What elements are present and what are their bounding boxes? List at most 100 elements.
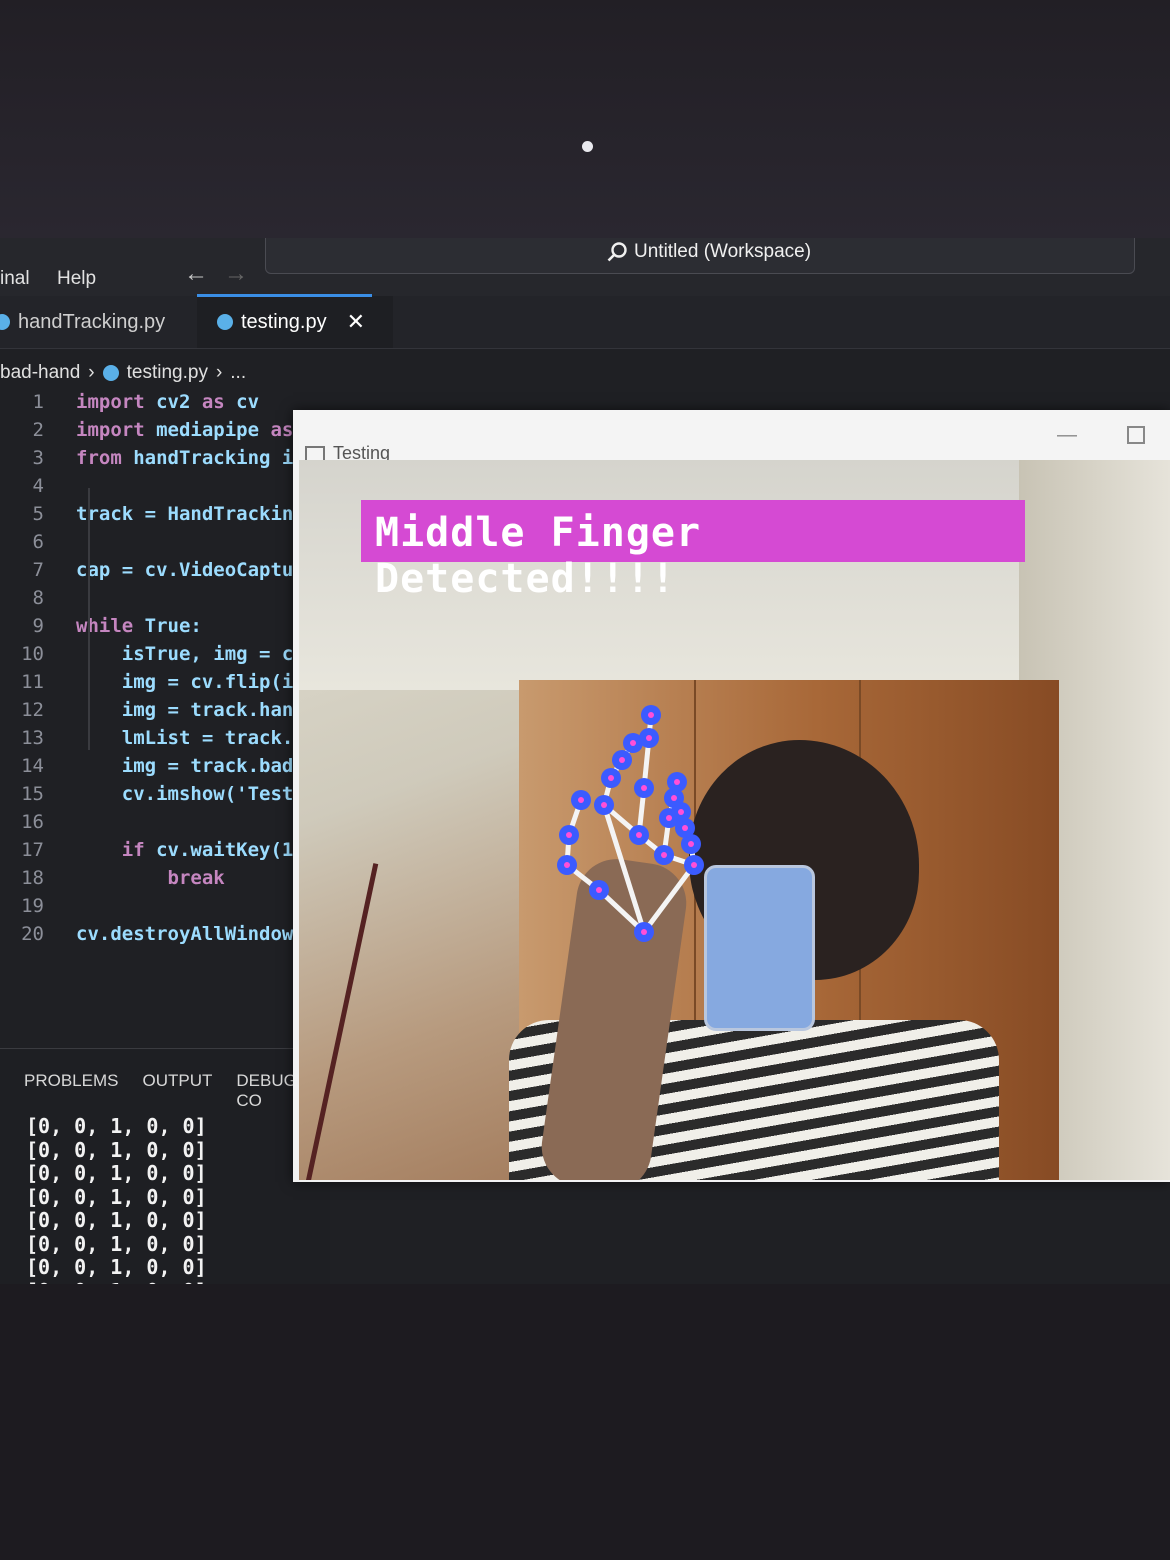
code-editor[interactable]: 1 import cv2 as cv 2 import mediapipe as mp… (0, 388, 330, 948)
line-number: 6 (32, 531, 44, 553)
hand-landmark-center (646, 735, 652, 741)
command-center-search[interactable]: Untitled (Workspace) (265, 238, 1135, 274)
code-text: track = HandTrackin (76, 503, 294, 525)
code-line[interactable]: 5 track = HandTrackin (0, 500, 330, 528)
close-tab-icon[interactable]: ✕ (347, 309, 365, 335)
terminal-line: [0, 0, 1, 0, 0] (26, 1137, 207, 1162)
code-line[interactable]: 14 img = track.bad (0, 752, 330, 780)
hand-landmark-center (608, 775, 614, 781)
code-line[interactable]: 6 (0, 528, 330, 556)
code-line[interactable]: 19 (0, 892, 330, 920)
indent-guide (88, 488, 90, 750)
code-text: img = track.bad (76, 755, 294, 777)
code-text: cv.imshow('Test (76, 783, 294, 805)
code-line[interactable]: 9 while True: (0, 612, 330, 640)
tab-label: testing.py (241, 310, 327, 333)
hand-landmark-center (691, 862, 697, 868)
menu-help[interactable]: Help (57, 268, 96, 290)
code-line[interactable]: 13 lmList = track. (0, 724, 330, 752)
line-number: 15 (21, 783, 44, 805)
code-text: cv.destroyAllWindow (76, 923, 294, 945)
code-line[interactable]: 16 (0, 808, 330, 836)
code-text: while True: (76, 615, 202, 637)
panel-tab-output[interactable]: OUTPUT (142, 1071, 212, 1111)
hand-landmark-center (682, 825, 688, 831)
tab-testing[interactable]: testing.py ✕ (197, 294, 393, 348)
code-line[interactable]: 12 img = track.han (0, 696, 330, 724)
code-line[interactable]: 7 cap = cv.VideoCaptu (0, 556, 330, 584)
camera-window[interactable]: Testing — Middle Finger Detected!!!! (293, 410, 1170, 1182)
line-number: 2 (32, 419, 44, 441)
line-number: 4 (32, 475, 44, 497)
hand-landmark-center (648, 712, 654, 718)
code-line[interactable]: 1 import cv2 as cv (0, 388, 330, 416)
hand-landmark-center (641, 785, 647, 791)
line-number: 11 (21, 671, 44, 693)
code-line[interactable]: 8 (0, 584, 330, 612)
camera-window-titlebar[interactable]: Testing — (293, 410, 1170, 463)
monitor-bezel-bottom (0, 1284, 1170, 1560)
code-text: from handTracking i (76, 447, 294, 469)
code-line[interactable]: 4 (0, 472, 330, 500)
code-text: import cv2 as cv (76, 391, 260, 413)
line-number: 12 (21, 699, 44, 721)
code-text: import mediapipe as mp (76, 419, 328, 441)
line-number: 14 (21, 755, 44, 777)
python-icon (0, 314, 10, 330)
code-text: img = cv.flip(i (76, 671, 294, 693)
hand-landmark-center (596, 887, 602, 893)
vscode-titlebar: inal Help ← → Untitled (Workspace) (0, 238, 1170, 296)
breadcrumb: bad-hand › testing.py › ... (0, 358, 246, 388)
forward-arrow-icon[interactable]: → (224, 260, 248, 288)
breadcrumb-ellipsis[interactable]: ... (230, 362, 246, 384)
code-line[interactable]: 3 from handTracking i (0, 444, 330, 472)
code-text: break (167, 867, 225, 889)
maximize-icon[interactable] (1127, 426, 1145, 444)
code-line[interactable]: 2 import mediapipe as mp (0, 416, 330, 444)
search-icon (607, 242, 627, 262)
code-line[interactable]: 11 img = cv.flip(i (0, 668, 330, 696)
line-number: 16 (21, 811, 44, 833)
hand-landmark-center (661, 852, 667, 858)
code-line[interactable]: 17 if cv.waitKey(1 (0, 836, 330, 864)
hand-landmark-center (619, 757, 625, 763)
code-text: if cv.waitKey(1 (121, 839, 294, 861)
line-number: 17 (21, 839, 44, 861)
landmark-connection (641, 863, 697, 934)
python-icon (102, 365, 119, 381)
line-number: 18 (21, 867, 44, 889)
hand-landmark-center (578, 797, 584, 803)
menu-terminal[interactable]: inal (0, 268, 30, 290)
back-arrow-icon[interactable]: ← (184, 260, 208, 288)
line-number: 7 (32, 559, 44, 581)
screen: inal Help ← → Untitled (Workspace) handT… (0, 238, 1170, 1460)
workspace-title: Untitled (Workspace) (634, 241, 812, 262)
detection-banner-text: Middle Finger Detected!!!! (375, 510, 702, 602)
hand-landmark-center (641, 929, 647, 935)
breadcrumb-folder[interactable]: bad-hand (0, 362, 80, 384)
tab-handtracking[interactable]: handTracking.py (0, 296, 194, 348)
line-number: 20 (21, 923, 44, 945)
editor-tabbar: handTracking.py testing.py ✕ (0, 294, 1170, 349)
line-number: 13 (21, 727, 44, 749)
terminal-line: [0, 0, 1, 0, 0] (26, 1231, 207, 1256)
line-number: 9 (32, 615, 44, 637)
code-line[interactable]: 15 cv.imshow('Test (0, 780, 330, 808)
hand-landmark-center (678, 809, 684, 815)
minimize-icon[interactable]: — (1057, 424, 1077, 447)
line-number: 8 (32, 587, 44, 609)
breadcrumb-file[interactable]: testing.py (127, 362, 208, 384)
panel-tabs: PROBLEMS OUTPUT DEBUG CO (0, 1071, 330, 1111)
chevron-right-icon: › (215, 362, 223, 383)
code-line[interactable]: 10 isTrue, img = c (0, 640, 330, 668)
terminal-line: [0, 0, 1, 0, 0] (26, 1161, 207, 1185)
code-text: lmList = track. (76, 727, 294, 749)
code-line[interactable]: 18 break (0, 864, 330, 892)
line-number: 19 (21, 895, 44, 917)
hand-landmark-center (674, 779, 680, 785)
hand-landmark-center (688, 841, 694, 847)
panel-tab-problems[interactable]: PROBLEMS (24, 1071, 118, 1111)
code-line[interactable]: 20 cv.destroyAllWindow (0, 920, 330, 948)
line-number: 10 (21, 643, 44, 665)
webcam-indicator (582, 141, 593, 152)
